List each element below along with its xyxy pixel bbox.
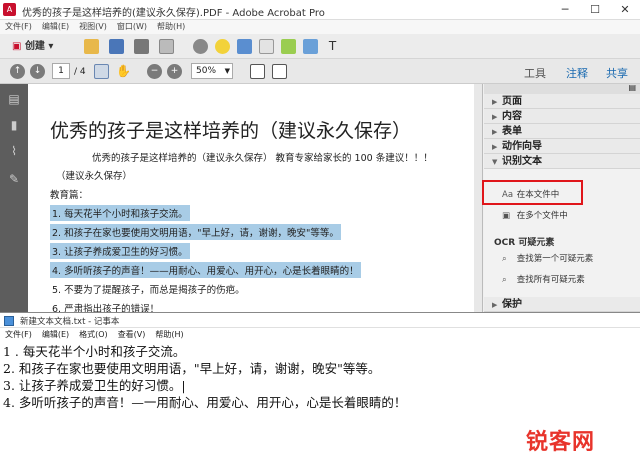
highlight-icon[interactable] <box>237 39 252 54</box>
document-view: 优秀的孩子是这样培养的（建议永久保存） 优秀的孩子是这样培养的（建议永久保存） … <box>28 84 483 312</box>
doc-line-selected[interactable]: 3. 让孩子养成爱卫生的好习惯。 <box>50 243 190 259</box>
text-line: 4. 多听听孩子的声音！—一用耐心、用爱心、用开心，心是长着眼睛的！ <box>3 395 407 410</box>
panel-menu-icon[interactable]: ▤ <box>628 83 636 92</box>
text-edit-icon[interactable]: T <box>325 39 340 54</box>
notepad-menu-help[interactable]: 帮助(H) <box>150 328 188 342</box>
next-page-icon[interactable]: ↓ <box>30 64 45 79</box>
doc-subtitle-2: （建议永久保存） <box>56 171 133 182</box>
attach-icon[interactable] <box>259 39 274 54</box>
watermark-logo: 锐客网 <box>526 430 596 455</box>
acrobat-window: A 优秀的孩子是这样培养的(建议永久保存).PDF - Adobe Acroba… <box>0 0 640 312</box>
email-icon[interactable] <box>159 39 174 54</box>
menu-bar: 文件(F) 编辑(E) 视图(V) 窗口(W) 帮助(H) <box>0 20 640 34</box>
share-tab[interactable]: 共享 <box>606 65 628 81</box>
sign-icon[interactable] <box>281 39 296 54</box>
open-folder-icon[interactable] <box>84 39 99 54</box>
in-multiple-files-item[interactable]: ▣ 在多个文件中 <box>502 209 568 221</box>
fit-width-icon[interactable] <box>272 64 287 79</box>
doc-section-heading: 教育篇： <box>50 190 89 201</box>
doc-line-selected[interactable]: 4. 多听听孩子的声音！——用耐心、用爱心、用开心，心是长着眼睛的！ <box>50 262 361 278</box>
find-all-icon: ⌕ <box>502 275 507 285</box>
chevron-right-icon: ▶ <box>492 143 498 151</box>
vertical-scrollbar[interactable] <box>474 84 482 312</box>
chevron-down-icon: ▼ <box>224 67 230 75</box>
notepad-menu-view[interactable]: 查看(V) <box>113 328 151 342</box>
notepad-title-bar: 新建文本文档.txt - 记事本 <box>0 313 640 328</box>
section-forms[interactable]: ▶ 表单 <box>484 124 640 139</box>
notepad-title: 新建文本文档.txt - 记事本 <box>20 317 120 327</box>
pages-icon[interactable]: ▤ <box>7 92 21 106</box>
hand-tool-icon[interactable]: ✋ <box>116 64 131 79</box>
section-protect[interactable]: ▶ 保护 <box>484 297 640 312</box>
maximize-button[interactable]: ☐ <box>580 0 610 20</box>
menu-help[interactable]: 帮助(H) <box>152 20 190 34</box>
chevron-right-icon: ▶ <box>492 301 498 309</box>
create-icon: ▣ <box>12 41 22 52</box>
panel-options-bar: ▤ <box>484 83 640 94</box>
close-button[interactable]: ✕ <box>610 0 640 20</box>
notepad-text-area[interactable]: 1 . 每天花半个小时和孩子交流。 2. 和孩子在家也要使用文明用语，"早上好，… <box>3 343 640 411</box>
multi-file-icon: ▣ <box>502 211 511 221</box>
comment-tab[interactable]: 注释 <box>566 65 588 81</box>
zoom-out-icon[interactable]: − <box>147 64 162 79</box>
tools-tab[interactable]: 工具 <box>524 65 546 81</box>
menu-view[interactable]: 视图(V) <box>74 20 112 34</box>
create-button[interactable]: ▣ 创建 ▾ <box>8 38 57 55</box>
text-line: 1 . 每天花半个小时和孩子交流。 <box>3 344 186 359</box>
notepad-icon <box>4 316 14 326</box>
prev-page-icon[interactable]: ↑ <box>10 64 25 79</box>
minimize-button[interactable]: ─ <box>550 0 580 20</box>
chevron-right-icon: ▶ <box>492 128 498 136</box>
bookmark-icon[interactable]: ▮ <box>7 118 21 132</box>
edit-image-icon[interactable] <box>303 39 318 54</box>
fit-page-icon[interactable] <box>250 64 265 79</box>
text-line: 2. 和孩子在家也要使用文明用语，"早上好，请，谢谢，晚安"等等。 <box>3 361 381 376</box>
signature-icon[interactable]: ✎ <box>7 172 21 186</box>
find-icon: ⌕ <box>502 254 507 264</box>
ocr-heading: OCR 可疑元素 <box>494 238 555 248</box>
section-content[interactable]: ▶ 内容 <box>484 109 640 124</box>
doc-line-selected[interactable]: 1. 每天花半个小时和孩子交流。 <box>50 205 190 221</box>
save-icon[interactable] <box>109 39 124 54</box>
main-toolbar: ▣ 创建 ▾ T <box>0 34 640 59</box>
print-icon[interactable] <box>134 39 149 54</box>
doc-line-selected[interactable]: 2. 和孩子在家也要使用文明用语，"早上好，请，谢谢，晚安"等等。 <box>50 224 341 240</box>
notepad-menu-edit[interactable]: 编辑(E) <box>37 328 74 342</box>
doc-line[interactable]: 6. 严肃指出孩子的错误！ <box>50 300 161 312</box>
doc-subtitle: 优秀的孩子是这样培养的（建议永久保存） 教育专家给家长的 100 条建议！！！ <box>92 153 433 164</box>
zoom-in-icon[interactable]: + <box>167 64 182 79</box>
notepad-menu-format[interactable]: 格式(O) <box>74 328 113 342</box>
menu-window[interactable]: 窗口(W) <box>112 20 152 34</box>
zoom-select[interactable]: 50% ▼ <box>191 63 233 79</box>
menu-file[interactable]: 文件(F) <box>0 20 37 34</box>
select-cursor-icon[interactable] <box>94 64 109 79</box>
highlight-box <box>482 180 583 205</box>
page-number-input[interactable]: 1 <box>52 63 70 79</box>
doc-title: 优秀的孩子是这样培养的（建议永久保存） <box>50 120 412 142</box>
left-nav-panel: ▤ ▮ ⌇ ✎ <box>0 84 28 312</box>
section-action-wizard[interactable]: ▶ 动作向导 <box>484 139 640 154</box>
nav-toolbar: ↑ ↓ 1 / 4 ✋ − + 50% ▼ 工具 注释 共享 <box>0 59 640 84</box>
title-bar: A 优秀的孩子是这样培养的(建议永久保存).PDF - Adobe Acroba… <box>0 0 640 20</box>
chevron-right-icon: ▶ <box>492 113 498 121</box>
section-pages[interactable]: ▶ 页面 <box>484 94 640 109</box>
page-total: / 4 <box>74 67 86 77</box>
settings-gear-icon[interactable] <box>193 39 208 54</box>
doc-line[interactable]: 5. 不要为了提醒孩子，而总是揭孩子的伤疤。 <box>50 281 247 297</box>
notepad-menu-file[interactable]: 文件(F) <box>0 328 37 342</box>
acrobat-icon: A <box>3 3 16 16</box>
chevron-down-icon: ▼ <box>492 158 498 166</box>
attachment-icon[interactable]: ⌇ <box>7 144 21 158</box>
menu-edit[interactable]: 编辑(E) <box>37 20 74 34</box>
window-title: 优秀的孩子是这样培养的(建议永久保存).PDF - Adobe Acrobat … <box>22 8 325 19</box>
comment-icon[interactable] <box>215 39 230 54</box>
find-all-suspects-item[interactable]: ⌕ 查找所有可疑元素 <box>502 273 585 285</box>
find-first-suspect-item[interactable]: ⌕ 查找第一个可疑元素 <box>502 252 593 264</box>
chevron-right-icon: ▶ <box>492 98 498 106</box>
text-line: 3. 让孩子养成爱卫生的好习惯。| <box>3 378 186 393</box>
notepad-menu-bar: 文件(F) 编辑(E) 格式(O) 查看(V) 帮助(H) <box>0 328 640 342</box>
section-recognize-text[interactable]: ▼ 识别文本 <box>484 154 640 169</box>
